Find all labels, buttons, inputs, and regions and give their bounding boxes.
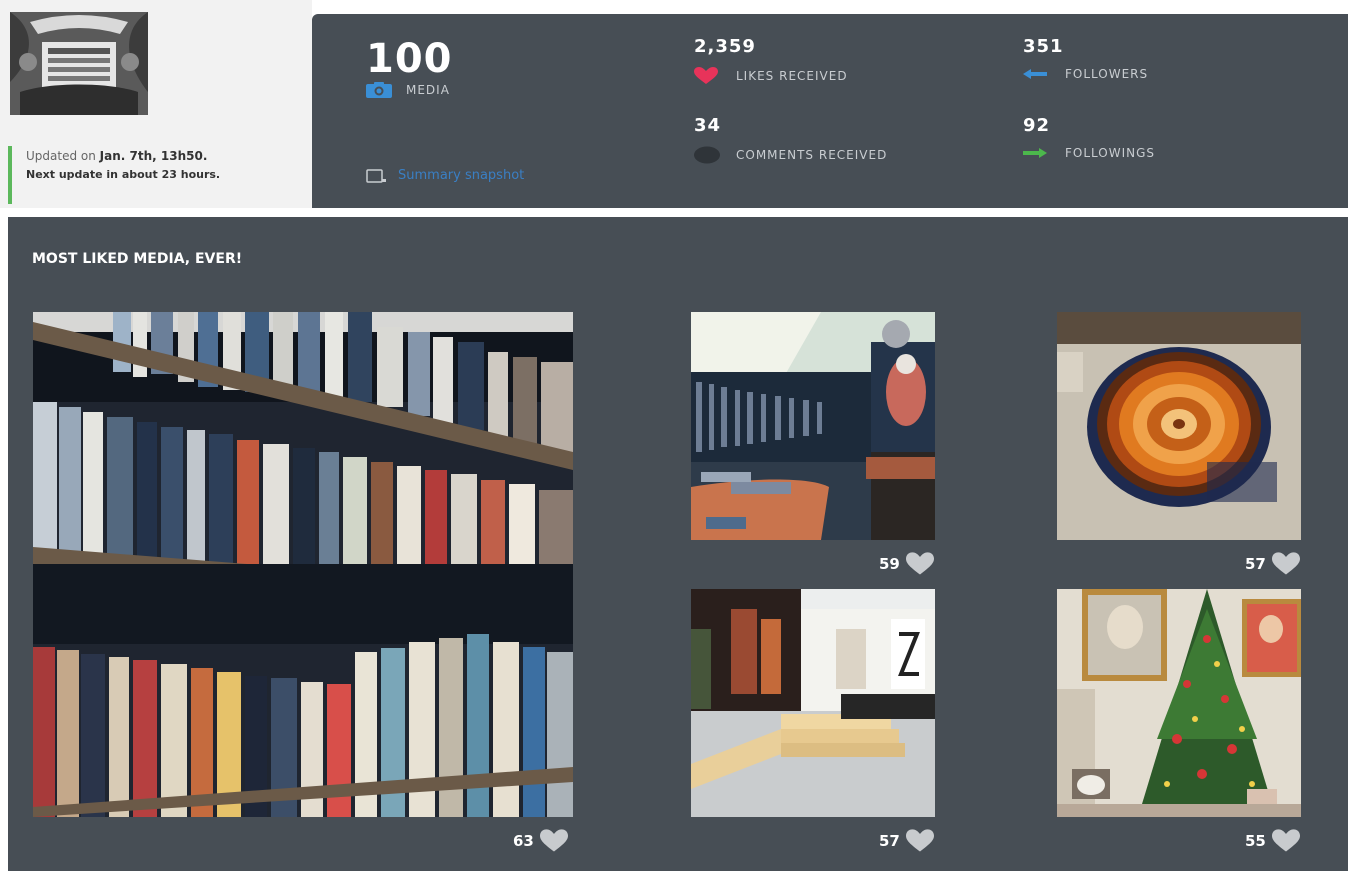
snapshot-icon: [366, 168, 386, 183]
summary-snapshot-label[interactable]: Summary snapshot: [398, 168, 524, 183]
section-title: MOST LIKED MEDIA, EVER!: [32, 251, 243, 267]
media-likes-tree-ring: 57: [1245, 552, 1300, 576]
media-item-hall[interactable]: [691, 589, 935, 817]
media-item-tree-ring[interactable]: [1057, 312, 1301, 540]
like-count: 55: [1245, 832, 1266, 850]
updated-on-text: Updated on Jan. 7th, 13h50.: [26, 149, 308, 163]
followers-count: 351: [1023, 36, 1064, 57]
media-count: 100: [366, 36, 453, 82]
like-count: 59: [879, 555, 900, 573]
likes-label: LIKES RECEIVED: [736, 69, 848, 83]
heart-icon[interactable]: [905, 552, 934, 576]
media-likes-library: 59: [879, 552, 934, 576]
heart-icon[interactable]: [905, 829, 934, 853]
media-label: MEDIA: [406, 83, 450, 97]
comments-label-row: COMMENTS RECEIVED: [694, 146, 887, 164]
media-label-row: MEDIA: [366, 82, 450, 98]
followings-label: FOLLOWINGS: [1065, 146, 1156, 160]
like-count: 57: [879, 832, 900, 850]
heart-icon[interactable]: [1271, 552, 1300, 576]
arrow-left-icon: [1023, 69, 1051, 79]
updated-prefix: Updated on: [26, 149, 96, 163]
heart-icon: [694, 67, 722, 85]
likes-count: 2,359: [694, 36, 756, 57]
like-count: 63: [513, 832, 534, 850]
media-item-library[interactable]: [691, 312, 935, 540]
arrow-right-icon: [1023, 148, 1051, 158]
comment-icon: [694, 146, 722, 164]
media-likes-hall: 57: [879, 829, 934, 853]
followings-count: 92: [1023, 115, 1051, 136]
heart-icon[interactable]: [539, 829, 568, 853]
media-item-christmas-tree[interactable]: [1057, 589, 1301, 817]
stats-panel: 100 MEDIA 2,359 LIKES RECEIVED 34 COMMEN…: [312, 14, 1348, 208]
summary-snapshot-link[interactable]: Summary snapshot: [366, 168, 524, 183]
profile-card: Updated on Jan. 7th, 13h50. Next update …: [0, 0, 312, 208]
avatar[interactable]: [10, 12, 148, 115]
followers-label: FOLLOWERS: [1065, 67, 1149, 81]
followings-label-row: FOLLOWINGS: [1023, 146, 1155, 160]
most-liked-section: MOST LIKED MEDIA, EVER! 63 59 57 57 55: [8, 217, 1348, 871]
likes-label-row: LIKES RECEIVED: [694, 67, 848, 85]
updated-date: Jan. 7th, 13h50.: [99, 149, 208, 163]
like-count: 57: [1245, 555, 1266, 573]
update-status: Updated on Jan. 7th, 13h50. Next update …: [8, 146, 308, 204]
camera-icon: [366, 82, 392, 98]
heart-icon[interactable]: [1271, 829, 1300, 853]
media-likes-large: 63: [513, 829, 568, 853]
comments-count: 34: [694, 115, 722, 136]
media-item-large[interactable]: [33, 312, 573, 817]
followers-label-row: FOLLOWERS: [1023, 67, 1148, 81]
comments-label: COMMENTS RECEIVED: [736, 148, 888, 162]
media-likes-christmas-tree: 55: [1245, 829, 1300, 853]
next-update-text: Next update in about 23 hours.: [26, 168, 221, 181]
